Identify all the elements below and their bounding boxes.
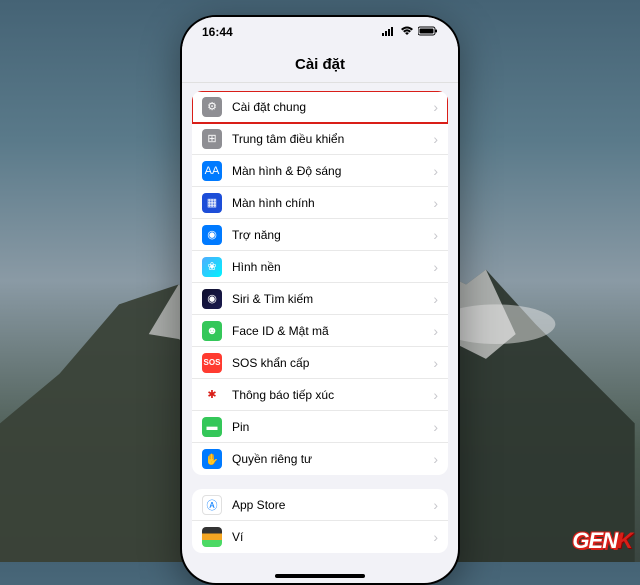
settings-group: ⒶApp Store›Ví› <box>192 489 448 553</box>
row-icon: ◉ <box>202 289 222 309</box>
settings-row[interactable]: Ví› <box>192 521 448 553</box>
settings-row[interactable]: ▬ Pin› <box>192 411 448 443</box>
chevron-right-icon: › <box>433 387 438 403</box>
row-icon: SOS <box>202 353 222 373</box>
chevron-right-icon: › <box>433 529 438 545</box>
row-icon: Ⓐ <box>202 495 222 515</box>
row-label: Trợ năng <box>232 228 433 242</box>
wifi-icon <box>400 25 414 39</box>
chevron-right-icon: › <box>433 323 438 339</box>
row-icon <box>202 527 222 547</box>
settings-row[interactable]: SOS SOS khẩn cấp› <box>192 347 448 379</box>
row-icon: ❀ <box>202 257 222 277</box>
home-indicator[interactable] <box>275 574 365 578</box>
signal-icon <box>382 25 396 39</box>
chevron-right-icon: › <box>433 131 438 147</box>
chevron-right-icon: › <box>433 355 438 371</box>
row-label: Face ID & Mật mã <box>232 324 433 338</box>
settings-row[interactable]: ✱ Thông báo tiếp xúc› <box>192 379 448 411</box>
settings-row[interactable]: ◉ Trợ năng› <box>192 219 448 251</box>
settings-row[interactable]: ⚙ Cài đặt chung› <box>192 91 448 123</box>
row-label: Cài đặt chung <box>232 100 433 114</box>
settings-row[interactable]: ⊞ Trung tâm điều khiển› <box>192 123 448 155</box>
chevron-right-icon: › <box>433 291 438 307</box>
settings-row[interactable]: ▦ Màn hình chính› <box>192 187 448 219</box>
row-label: Hình nền <box>232 260 433 274</box>
page-header: Cài đặt <box>182 47 458 83</box>
row-icon: ▬ <box>202 417 222 437</box>
settings-row[interactable]: AA Màn hình & Độ sáng› <box>192 155 448 187</box>
row-label: App Store <box>232 498 433 512</box>
status-time: 16:44 <box>202 25 233 39</box>
row-icon: ✋ <box>202 449 222 469</box>
chevron-right-icon: › <box>433 195 438 211</box>
row-icon: ⊞ <box>202 129 222 149</box>
row-label: Màn hình chính <box>232 196 433 210</box>
phone-screen: 16:44 Cài đặt ⚙Cài đặt chung›⊞Trung tâm … <box>182 17 458 583</box>
settings-row[interactable]: ◉ Siri & Tìm kiếm› <box>192 283 448 315</box>
row-icon: ▦ <box>202 193 222 213</box>
settings-row[interactable]: ✋ Quyền riêng tư› <box>192 443 448 475</box>
status-bar: 16:44 <box>182 17 458 47</box>
page-title: Cài đặt <box>295 56 345 73</box>
chevron-right-icon: › <box>433 99 438 115</box>
chevron-right-icon: › <box>433 419 438 435</box>
chevron-right-icon: › <box>433 163 438 179</box>
settings-content: ⚙Cài đặt chung›⊞Trung tâm điều khiển›AAM… <box>182 83 458 583</box>
battery-icon <box>418 25 438 39</box>
row-label: Pin <box>232 420 433 434</box>
row-label: Màn hình & Độ sáng <box>232 164 433 178</box>
row-label: SOS khẩn cấp <box>232 356 433 370</box>
watermark: GENK <box>572 528 632 554</box>
row-label: Quyền riêng tư <box>232 452 433 466</box>
row-icon: ☻ <box>202 321 222 341</box>
row-icon: ⚙ <box>202 97 222 117</box>
chevron-right-icon: › <box>433 227 438 243</box>
settings-row[interactable]: ☻ Face ID & Mật mã› <box>192 315 448 347</box>
row-label: Thông báo tiếp xúc <box>232 388 433 402</box>
settings-row[interactable]: Ⓐ App Store› <box>192 489 448 521</box>
phone-frame: 16:44 Cài đặt ⚙Cài đặt chung›⊞Trung tâm … <box>180 15 460 585</box>
settings-group: ⚙Cài đặt chung›⊞Trung tâm điều khiển›AAM… <box>192 91 448 475</box>
row-label: Trung tâm điều khiển <box>232 132 433 146</box>
row-icon: ✱ <box>202 385 222 405</box>
row-icon: ◉ <box>202 225 222 245</box>
chevron-right-icon: › <box>433 451 438 467</box>
settings-row[interactable]: ❀ Hình nền› <box>192 251 448 283</box>
chevron-right-icon: › <box>433 497 438 513</box>
row-icon: AA <box>202 161 222 181</box>
row-label: Ví <box>232 530 433 544</box>
row-label: Siri & Tìm kiếm <box>232 292 433 306</box>
chevron-right-icon: › <box>433 259 438 275</box>
